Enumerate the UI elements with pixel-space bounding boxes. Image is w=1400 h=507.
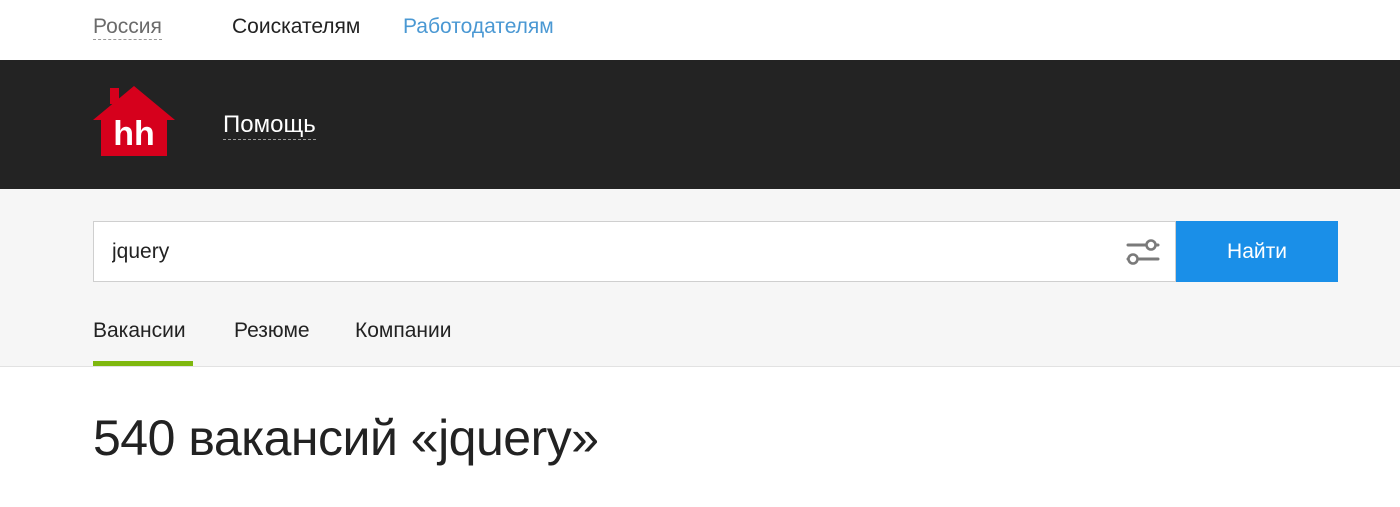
tab-companies[interactable]: Компании [355,319,451,366]
hh-logo[interactable]: hh [93,84,175,158]
tab-resumes[interactable]: Резюме [234,319,310,366]
top-bar: Россия Соискателям Работодателям [0,0,1400,60]
search-input[interactable] [112,222,1112,281]
results-title: 540 вакансий «jquery» [93,410,599,466]
search-area: Найти Вакансии Резюме Компании [0,189,1400,367]
region-selector[interactable]: Россия [93,16,162,40]
search-box [93,221,1176,282]
tab-vacancies[interactable]: Вакансии [93,319,193,366]
settings-sliders-icon[interactable] [1125,237,1161,267]
nav-employers-link[interactable]: Работодателям [403,16,554,38]
nav-seekers-link[interactable]: Соискателям [232,16,360,38]
search-submit-button[interactable]: Найти [1176,221,1338,282]
site-header: hh Помощь [0,60,1400,189]
help-link[interactable]: Помощь [223,111,316,140]
logo-text: hh [113,115,155,153]
